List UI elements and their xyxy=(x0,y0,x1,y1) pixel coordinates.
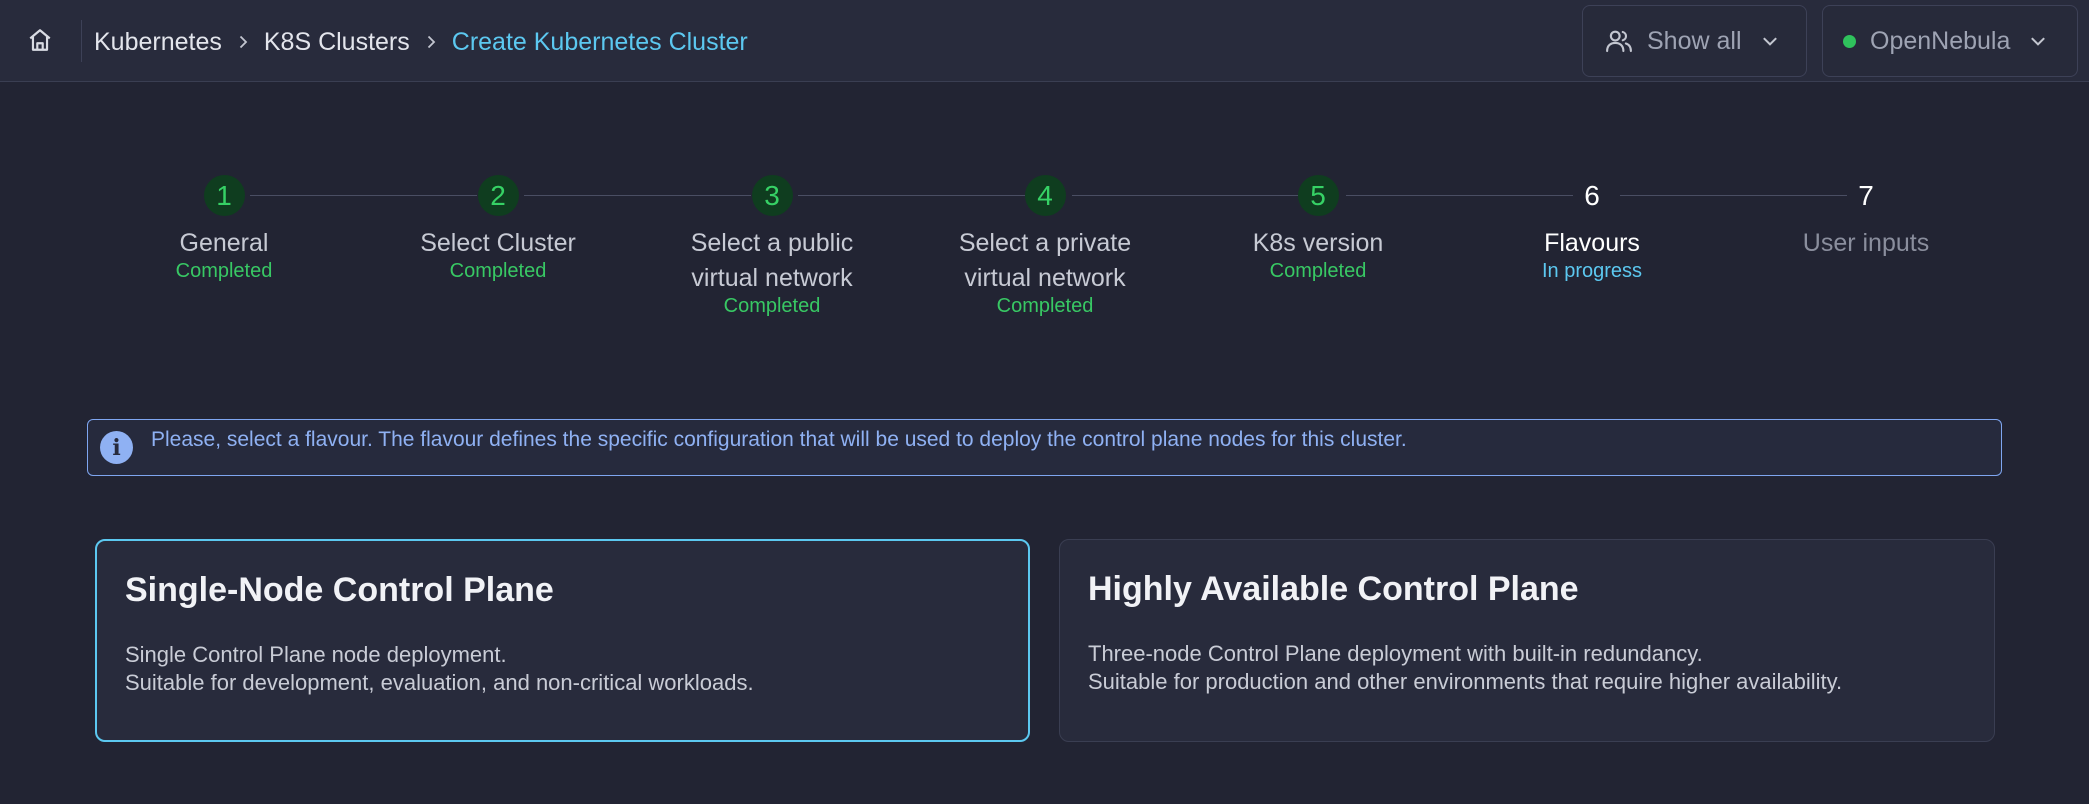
step-label-line: Flavours xyxy=(1544,229,1640,257)
flavour-title: Single-Node Control Plane xyxy=(125,571,554,609)
step-label: Flavours xyxy=(1472,226,1712,261)
chevron-down-icon xyxy=(1758,29,1782,53)
show-all-label: Show all xyxy=(1647,26,1742,55)
flavour-description: Single Control Plane node deployment. Su… xyxy=(125,641,754,697)
step-number: 2 xyxy=(477,175,519,216)
zone-status-dot xyxy=(1843,34,1856,48)
info-banner: i Please, select a flavour. The flavour … xyxy=(87,419,2002,476)
step-public-network[interactable]: 3 Select a public virtual network Comple… xyxy=(652,175,892,319)
flavour-card-highly-available[interactable]: Highly Available Control Plane Three-nod… xyxy=(1059,539,1995,742)
flavour-card-single-node[interactable]: Single-Node Control Plane Single Control… xyxy=(95,539,1030,742)
chevron-right-icon xyxy=(410,22,452,62)
chevron-right-icon xyxy=(222,22,264,62)
step-label-line: K8s version xyxy=(1252,229,1384,257)
step-number: 7 xyxy=(1858,179,1874,211)
step-label-line: User inputs xyxy=(1802,229,1930,257)
info-icon: i xyxy=(100,431,133,464)
step-number: 3 xyxy=(751,175,793,216)
zone-label: OpenNebula xyxy=(1870,26,2011,55)
flavour-description-line: Single Control Plane node deployment. xyxy=(125,642,507,667)
step-label-line: virtual network xyxy=(691,264,853,292)
users-icon xyxy=(1603,25,1635,57)
step-label: Select Cluster xyxy=(378,226,618,261)
step-label-line: Select a public xyxy=(690,229,854,257)
header-divider xyxy=(81,20,82,62)
step-number: 5 xyxy=(1297,175,1339,216)
step-label: K8s version xyxy=(1198,226,1438,261)
step-label: User inputs xyxy=(1746,226,1986,261)
step-status: Completed xyxy=(1269,260,1367,282)
step-status: Completed xyxy=(723,295,821,317)
breadcrumb-current: Create Kubernetes Cluster xyxy=(451,27,748,56)
show-all-dropdown[interactable]: Show all xyxy=(1582,5,1807,77)
flavour-description-line: Suitable for development, evaluation, an… xyxy=(125,670,754,695)
wizard-stepper: 1 General Completed 2 Select Cluster Com… xyxy=(0,160,2089,330)
step-label: General xyxy=(104,226,344,261)
flavour-description-line: Three-node Control Plane deployment with… xyxy=(1088,641,1703,666)
step-general[interactable]: 1 General Completed xyxy=(104,175,344,284)
step-status: In progress xyxy=(1541,260,1643,282)
step-number: 4 xyxy=(1024,175,1066,216)
chevron-down-icon xyxy=(2026,29,2050,53)
step-number: 1 xyxy=(203,175,245,216)
step-select-cluster[interactable]: 2 Select Cluster Completed xyxy=(378,175,618,284)
step-status: Completed xyxy=(996,295,1094,317)
step-k8s-version[interactable]: 5 K8s version Completed xyxy=(1198,175,1438,284)
step-status: Completed xyxy=(175,260,273,282)
step-label-line: General xyxy=(179,229,269,257)
zone-selector[interactable]: OpenNebula xyxy=(1822,5,2078,77)
home-button[interactable] xyxy=(20,24,60,60)
step-label: Select a private virtual network xyxy=(925,226,1165,296)
step-number: 6 xyxy=(1584,179,1600,211)
flavour-title: Highly Available Control Plane xyxy=(1088,570,1579,608)
step-status: Completed xyxy=(449,260,547,282)
home-icon xyxy=(27,27,53,58)
step-label: Select a public virtual network xyxy=(652,226,892,296)
step-private-network[interactable]: 4 Select a private virtual network Compl… xyxy=(925,175,1165,319)
step-user-inputs[interactable]: 7 User inputs xyxy=(1746,175,1986,261)
step-label-line: virtual network xyxy=(964,264,1126,292)
flavour-description: Three-node Control Plane deployment with… xyxy=(1088,640,1842,696)
breadcrumb: Kubernetes K8S Clusters Create Kubernete… xyxy=(94,22,748,62)
step-label-line: Select Cluster xyxy=(420,229,576,257)
breadcrumb-kubernetes[interactable]: Kubernetes xyxy=(94,28,222,57)
flavour-description-line: Suitable for production and other enviro… xyxy=(1088,669,1843,694)
step-label-line: Select a private xyxy=(958,229,1132,257)
step-flavours[interactable]: 6 Flavours In progress xyxy=(1472,175,1712,284)
info-text: Please, select a flavour. The flavour de… xyxy=(151,428,1407,451)
breadcrumb-k8s-clusters[interactable]: K8S Clusters xyxy=(264,28,410,57)
top-bar: Kubernetes K8S Clusters Create Kubernete… xyxy=(0,0,2089,82)
